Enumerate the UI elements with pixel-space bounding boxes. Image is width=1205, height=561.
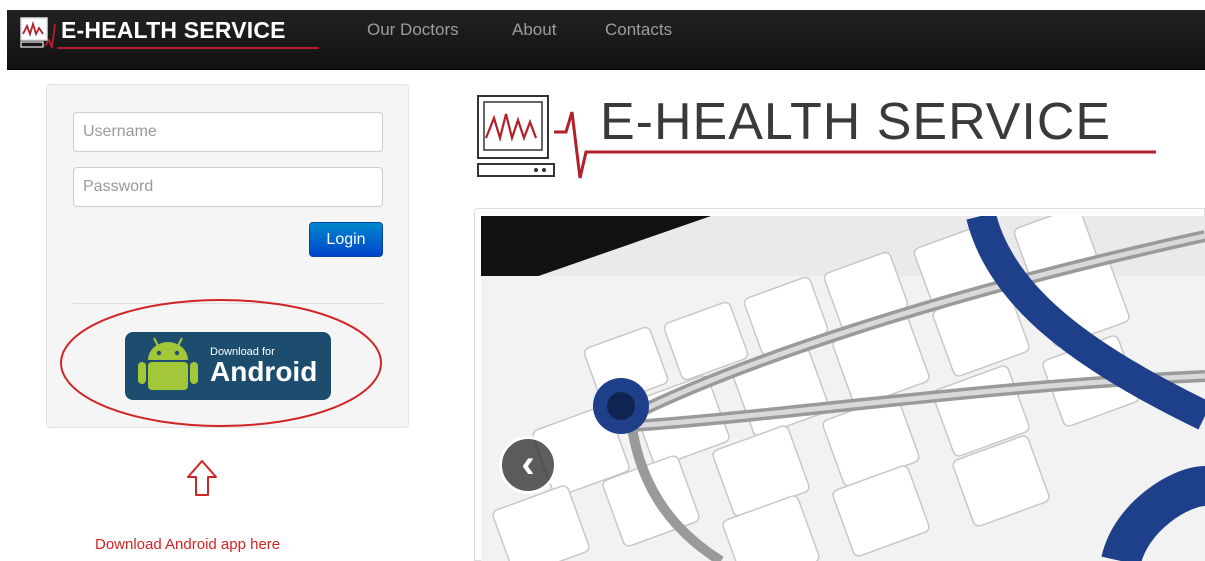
nav-about[interactable]: About [512, 20, 556, 40]
nav-contacts[interactable]: Contacts [605, 20, 672, 40]
brand-underline [57, 47, 319, 49]
header-logo-text: E-HEALTH SERVICE [600, 93, 1112, 151]
arrow-up-icon [187, 460, 217, 496]
carousel-prev-button[interactable]: ‹ [499, 436, 557, 494]
login-button[interactable]: Login [309, 222, 383, 257]
brand-title: E-HEALTH SERVICE [61, 16, 286, 43]
stethoscope-keyboard-image [481, 216, 1205, 561]
carousel-slide-image [481, 216, 1205, 561]
top-navbar: E-HEALTH SERVICE Our Doctors About Conta… [7, 10, 1205, 70]
password-placeholder: Password [83, 178, 154, 195]
highlight-ellipse [60, 299, 382, 427]
annotation-text: Download Android app here [95, 536, 281, 553]
username-input[interactable]: Username [73, 112, 383, 152]
heart-monitor-icon [20, 17, 56, 49]
username-placeholder: Username [83, 123, 157, 140]
password-input[interactable]: Password [73, 167, 383, 207]
brand-link[interactable]: E-HEALTH SERVICE [19, 16, 286, 50]
nav-our-doctors[interactable]: Our Doctors [367, 20, 459, 40]
